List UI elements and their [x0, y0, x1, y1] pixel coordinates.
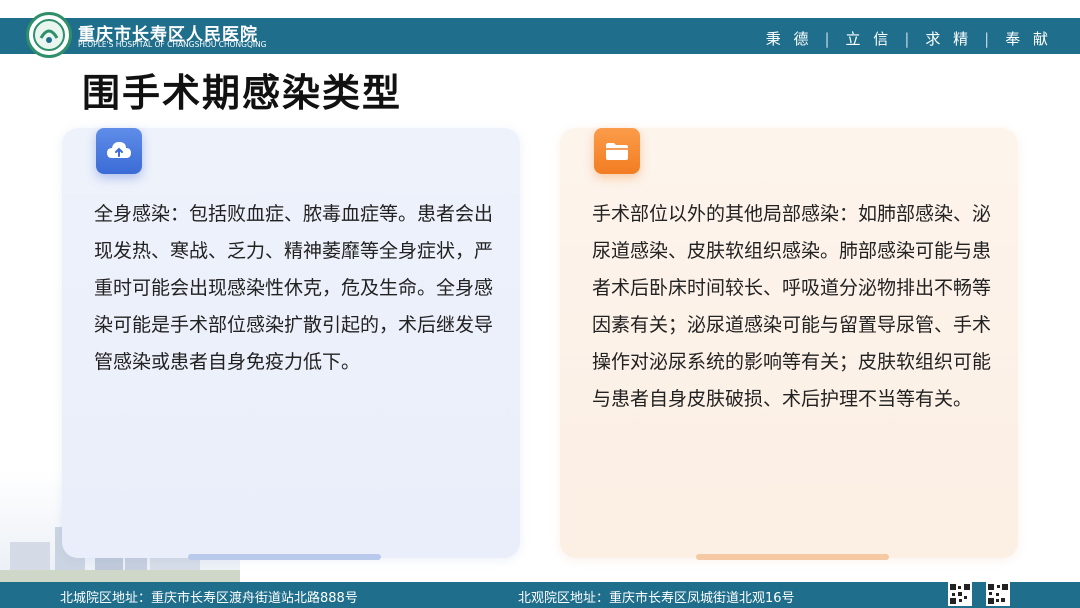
card-text: 全身感染：包括败血症、脓毒血症等。患者会出现发热、寒战、乏力、精神萎靡等全身症状…: [94, 203, 494, 373]
hospital-logo-icon: [26, 12, 72, 58]
hospital-name-english: PEOPLE'S HOSPITAL OF CHANGSHOU CHONGQING: [78, 40, 267, 49]
motto-item: 立 信: [845, 30, 893, 48]
card-text: 手术部位以外的其他局部感染：如肺部感染、泌尿道感染、皮肤软组织感染。肺部感染可能…: [592, 203, 992, 410]
card-accent-bar: [188, 554, 381, 560]
motto-item: 秉 德: [765, 30, 813, 48]
qr-code-icon: [986, 582, 1010, 606]
address-beiguan-campus: 北观院区地址：重庆市长寿区凤城街道北观16号: [518, 591, 795, 606]
qr-code-icon: [948, 582, 972, 606]
motto: 秉 德 | 立 信 | 求 精 | 奉 献: [765, 30, 1052, 48]
motto-item: 求 精: [925, 30, 973, 48]
page-title: 围手术期感染类型: [82, 71, 403, 115]
cloud-upload-icon: [96, 128, 142, 174]
card-local-infection: 手术部位以外的其他局部感染：如肺部感染、泌尿道感染、皮肤软组织感染。肺部感染可能…: [560, 128, 1018, 560]
card-accent-bar: [696, 554, 889, 560]
folder-icon: [594, 128, 640, 174]
card-systemic-infection: 全身感染：包括败血症、脓毒血症等。患者会出现发热、寒战、乏力、精神萎靡等全身症状…: [62, 128, 520, 560]
motto-item: 奉 献: [1005, 30, 1052, 48]
footer-bar: 北城院区地址：重庆市长寿区渡舟街道站北路888号 北观院区地址：重庆市长寿区凤城…: [0, 582, 1080, 608]
address-north-campus: 北城院区地址：重庆市长寿区渡舟街道站北路888号: [60, 591, 358, 606]
